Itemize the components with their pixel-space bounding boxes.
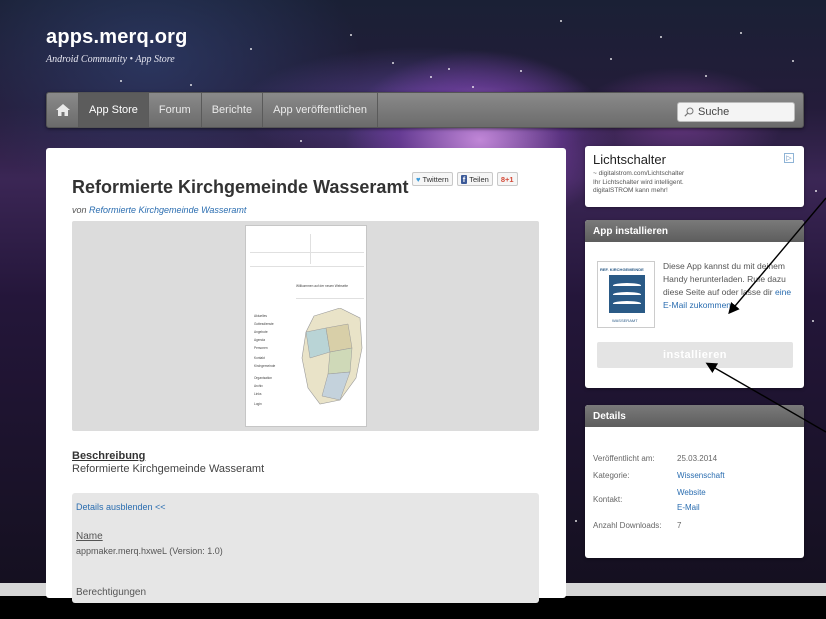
ad-url[interactable]: ~ digitalstrom.com/Lichtschalter xyxy=(593,170,684,177)
thumb-menu-item: Agenda xyxy=(254,338,265,342)
downloads-value: 7 xyxy=(677,521,682,530)
category-label: Kategorie: xyxy=(593,471,630,480)
ad-choices-icon[interactable]: ▷ xyxy=(784,153,794,163)
home-button[interactable] xyxy=(47,93,79,127)
twitter-icon: ♥ xyxy=(416,174,421,184)
ad-box[interactable]: Lichtschalter ~ digitalstrom.com/Lichtsc… xyxy=(585,146,804,207)
details-expanded-box: Details ausblenden << Name appmaker.merq… xyxy=(72,493,539,603)
search-input[interactable]: Suche xyxy=(677,102,795,122)
search-placeholder: Suche xyxy=(698,106,730,118)
downloads-label: Anzahl Downloads: xyxy=(593,521,662,530)
author-link[interactable]: Reformierte Kirchgemeinde Wasseramt xyxy=(89,205,246,215)
facebook-share-button[interactable]: f Teilen xyxy=(456,172,493,186)
website-link[interactable]: Website xyxy=(677,488,706,497)
install-instructions: Diese App kannst du mit deinem Handy her… xyxy=(663,260,793,312)
published-value: 25.03.2014 xyxy=(677,454,718,463)
details-toggle-link[interactable]: Details ausblenden << xyxy=(76,502,166,512)
published-label: Veröffentlicht am: xyxy=(593,454,655,463)
app-detail-card: Reformierte Kirchgemeinde Wasseramt von … xyxy=(46,148,566,603)
thumb-menu-item: Archiv xyxy=(254,384,263,388)
app-title: Reformierte Kirchgemeinde Wasseramt xyxy=(72,177,409,197)
site-brand[interactable]: apps.merq.org Android Community • App St… xyxy=(46,26,188,65)
thumb-menu-item: Personen xyxy=(254,346,268,350)
logo-mark-icon xyxy=(609,275,645,313)
logo-top-text: REF. KIRCHGEMEINDE xyxy=(600,267,644,272)
thumb-menu-item: Links xyxy=(254,392,262,396)
permissions-heading: Berechtigungen xyxy=(76,587,147,598)
twitter-label: Twittern xyxy=(422,174,449,184)
package-name-value: appmaker.merq.hxweL (Version: 1.0) xyxy=(76,546,223,556)
ad-line-1: Ihr Lichtschalter wird intelligent. xyxy=(593,179,684,186)
app-logo: REF. KIRCHGEMEINDE WASSERAMT xyxy=(597,261,655,328)
logo-bottom-text: WASSERAMT xyxy=(612,318,638,323)
thumb-menu-item: Organisation xyxy=(254,376,273,380)
share-buttons: ♥ Twittern f Teilen 8 +1 xyxy=(412,172,518,186)
thumb-heading: Willkommen auf der neuen Webseite xyxy=(296,284,349,288)
nav-berichte[interactable]: Berichte xyxy=(202,93,264,127)
nav-app-veroeffentlichen[interactable]: App veröffentlichen xyxy=(263,93,379,127)
ad-line-2: digitalSTROM kann mehr! xyxy=(593,187,668,194)
install-header: App installieren xyxy=(585,220,804,242)
thumb-menu-item: Aktuelles xyxy=(254,314,267,318)
gplus-label: +1 xyxy=(505,174,514,184)
main-navbar: App Store Forum Berichte App veröffentli… xyxy=(46,92,804,128)
email-link-suffix[interactable]: zukommen. xyxy=(689,300,733,310)
ad-title[interactable]: Lichtschalter xyxy=(593,152,666,167)
app-byline: von Reformierte Kirchgemeinde Wasseramt xyxy=(72,205,246,215)
thumb-menu-item: Kirchgemeinde xyxy=(254,364,276,368)
nav-forum[interactable]: Forum xyxy=(149,93,202,127)
home-icon xyxy=(55,104,70,116)
thumb-menu-item: Login xyxy=(254,402,262,406)
nav-app-store[interactable]: App Store xyxy=(79,93,149,127)
ad-url-text: digitalstrom.com/Lichtschalter xyxy=(598,170,685,177)
category-link[interactable]: Wissenschaft xyxy=(677,471,725,480)
install-card: App installieren REF. KIRCHGEMEINDE WASS… xyxy=(585,220,804,388)
description-text: Reformierte Kirchgemeinde Wasseramt xyxy=(72,463,265,475)
search-icon xyxy=(684,107,694,117)
details-card: Details Veröffentlicht am: 25.03.2014 Ka… xyxy=(585,405,804,558)
twitter-button[interactable]: ♥ Twittern xyxy=(412,172,453,186)
description-heading: Beschreibung xyxy=(72,450,146,462)
site-title[interactable]: apps.merq.org xyxy=(46,26,188,49)
contact-label: Kontakt: xyxy=(593,495,623,504)
details-header: Details xyxy=(585,405,804,427)
thumb-map xyxy=(301,308,363,405)
site-subtitle: Android Community • App Store xyxy=(46,54,175,65)
byline-prefix: von xyxy=(72,205,87,215)
thumb-menu-item: Kontakt xyxy=(254,356,265,360)
package-name-heading: Name xyxy=(76,531,103,542)
thumb-menu-item: Angebote xyxy=(254,330,268,334)
thumb-menu-item: Gottesdienste xyxy=(254,322,274,326)
screenshot-gallery: Willkommen auf der neuen Webseite Aktuel… xyxy=(72,221,539,431)
app-screenshot[interactable]: Willkommen auf der neuen Webseite Aktuel… xyxy=(245,225,367,427)
gplus-button[interactable]: 8 +1 xyxy=(496,172,518,186)
facebook-icon: f xyxy=(460,174,468,184)
facebook-label: Teilen xyxy=(469,174,489,184)
email-contact-link[interactable]: E-Mail xyxy=(677,503,700,512)
install-button[interactable]: installieren xyxy=(597,342,793,368)
install-text: Diese App kannst du mit deinem Handy her… xyxy=(663,261,786,297)
